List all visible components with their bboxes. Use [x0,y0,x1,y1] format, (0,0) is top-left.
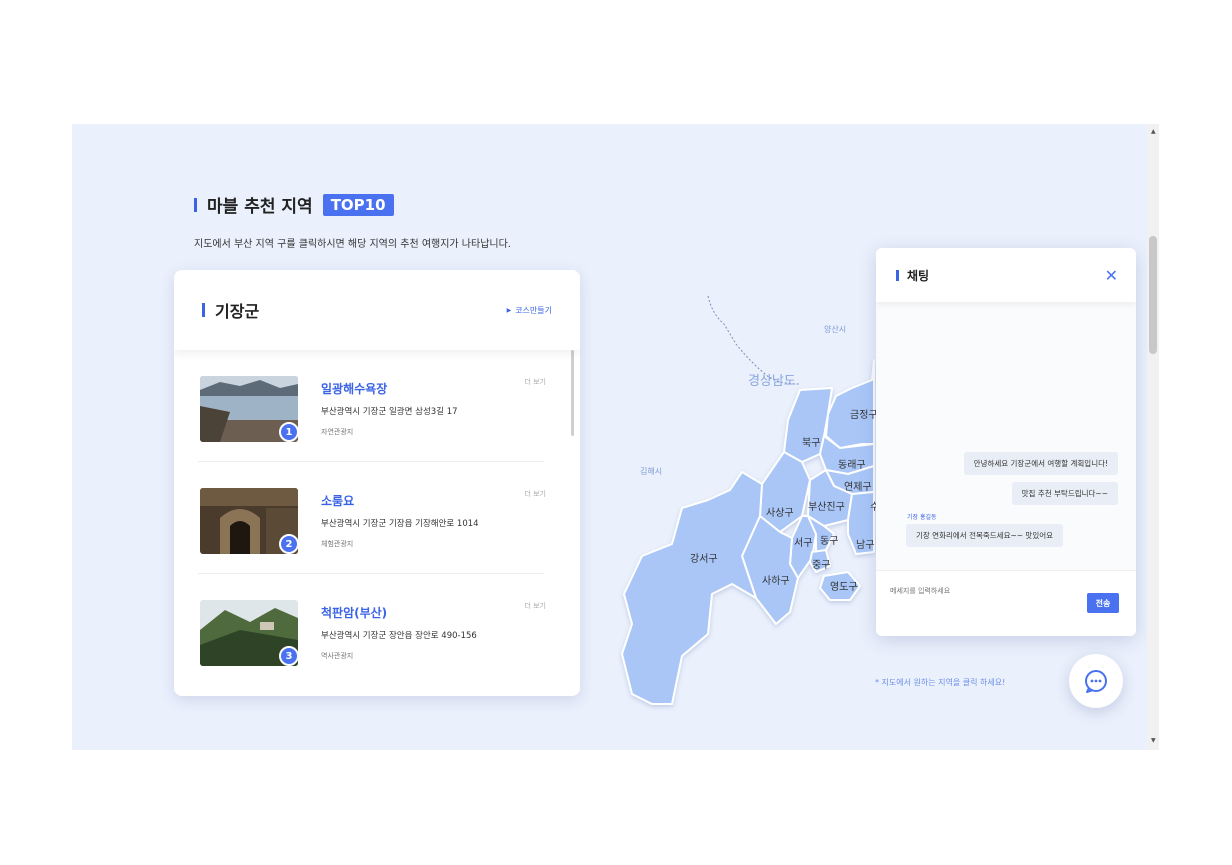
scroll-down-icon[interactable]: ▼ [1151,737,1156,744]
label-gangseo[interactable]: 강서구 [690,550,718,565]
chat-message-mine: 안녕하세요 기장군에서 여행할 계획입니다! [963,452,1118,475]
title-accent-bar [194,197,197,212]
chat-message-other: 기장 연화리에서 전복죽드세요~~ 맛있어요 [906,524,1064,547]
chat-message-input[interactable] [890,587,1050,595]
caret-right-icon: ▶ [506,306,512,314]
chat-bubble-icon [1085,670,1107,693]
page-scrollbar[interactable]: ▲ ▼ [1147,124,1159,750]
list-scrollbar[interactable] [571,350,574,436]
item-address: 부산광역시 기장군 기장읍 기장해안로 1014 [321,519,479,529]
rank-badge: 1 [279,422,299,442]
chat-sender-name: 기장 홍길동 [907,514,937,521]
label-saha[interactable]: 사하구 [762,572,790,587]
content-frame: 마블 추천 지역 TOP10 지도에서 부산 지역 구를 클릭하시면 해당 지역… [72,124,1147,750]
item-category: 체험관광지 [321,540,354,548]
chat-panel: 채팅 ✕ 안녕하세요 기장군에서 여행할 계획입니다! 맛집 추천 부탁드립니다… [876,248,1136,636]
close-icon[interactable]: ✕ [1105,266,1118,285]
label-buk[interactable]: 북구 [802,434,820,449]
label-nam[interactable]: 남구 [856,536,874,551]
chat-accent-bar [896,269,899,281]
item-name[interactable]: 척판암(부산) [321,604,387,621]
top10-badge: TOP10 [322,193,394,216]
list-item[interactable]: 2 소룸요 부산광역시 기장군 기장읍 기장해안로 1014 체험관광지 더 보… [198,462,546,574]
item-category: 역사관광지 [321,652,354,660]
label-yeonje[interactable]: 연제구 [844,478,872,493]
chat-messages: 안녕하세요 기장군에서 여행할 계획입니다! 맛집 추천 부탁드립니다~~ 기장… [876,302,1136,570]
label-busanjin[interactable]: 부산진구 [808,498,845,513]
section-description: 지도에서 부산 지역 구를 클릭하시면 해당 지역의 추천 여행지가 나타납니다… [194,239,511,250]
make-course-label: 코스만들기 [515,305,552,315]
more-link[interactable]: 더 보기 [524,489,546,499]
item-name[interactable]: 소룸요 [321,492,354,509]
label-sasang[interactable]: 사상구 [766,504,794,519]
list-header: 기장군 ▶ 코스만들기 [174,270,580,350]
region-accent-bar [202,303,205,317]
recommendation-list-card: 기장군 ▶ 코스만들기 1 일광해수욕장 부산광역시 기장군 일광면 삼성3길 … [174,270,580,696]
section-title: 마블 추천 지역 [207,197,313,217]
list-item[interactable]: 3 척판암(부산) 부산광역시 기장군 장안읍 장안로 490-156 역사관광… [198,574,546,686]
list-item[interactable]: 1 일광해수욕장 부산광역시 기장군 일광면 삼성3길 17 자연관광지 더 보… [198,350,546,462]
label-gimhae: 김해시 [640,467,663,476]
item-category: 자연관광지 [321,428,354,436]
item-address: 부산광역시 기장군 일광면 삼성3길 17 [321,407,458,417]
section-header: 마블 추천 지역 TOP10 [194,192,394,217]
make-course-button[interactable]: ▶ 코스만들기 [507,305,552,316]
chat-input-area: 전송 [876,570,1136,636]
scroll-up-icon[interactable]: ▲ [1151,128,1156,135]
chat-message-mine: 맛집 추천 부탁드립니다~~ [1011,482,1118,505]
label-seo[interactable]: 서구 [794,534,812,549]
region-name: 기장군 [215,302,260,321]
rank-badge: 2 [279,534,299,554]
label-gyeongnam: 경상남도 [748,374,796,389]
district-geumjeong [825,359,875,449]
rank-badge: 3 [279,646,299,666]
district-gangseo [621,471,763,705]
scrollbar-thumb[interactable] [1149,236,1157,354]
label-geumjeong[interactable]: 금정구 [850,406,878,421]
map-hint: * 지도에서 원하는 지역을 클릭 하세요! [875,678,1006,687]
label-yangsan: 양산시 [824,325,847,334]
list-body: 1 일광해수욕장 부산광역시 기장군 일광면 삼성3길 17 자연관광지 더 보… [174,350,580,696]
more-link[interactable]: 더 보기 [524,601,546,611]
more-link[interactable]: 더 보기 [524,377,546,387]
label-yeongdo[interactable]: 영도구 [830,578,858,593]
chat-toggle-button[interactable] [1069,654,1123,708]
chat-header: 채팅 ✕ [876,248,1136,302]
label-jung[interactable]: 중구 [812,556,830,571]
send-button[interactable]: 전송 [1087,593,1119,613]
item-address: 부산광역시 기장군 장안읍 장안로 490-156 [321,631,477,641]
label-dongnae[interactable]: 동래구 [838,456,866,471]
label-dong[interactable]: 동구 [820,532,838,547]
item-name[interactable]: 일광해수욕장 [321,380,387,397]
chat-title: 채팅 [907,268,930,283]
